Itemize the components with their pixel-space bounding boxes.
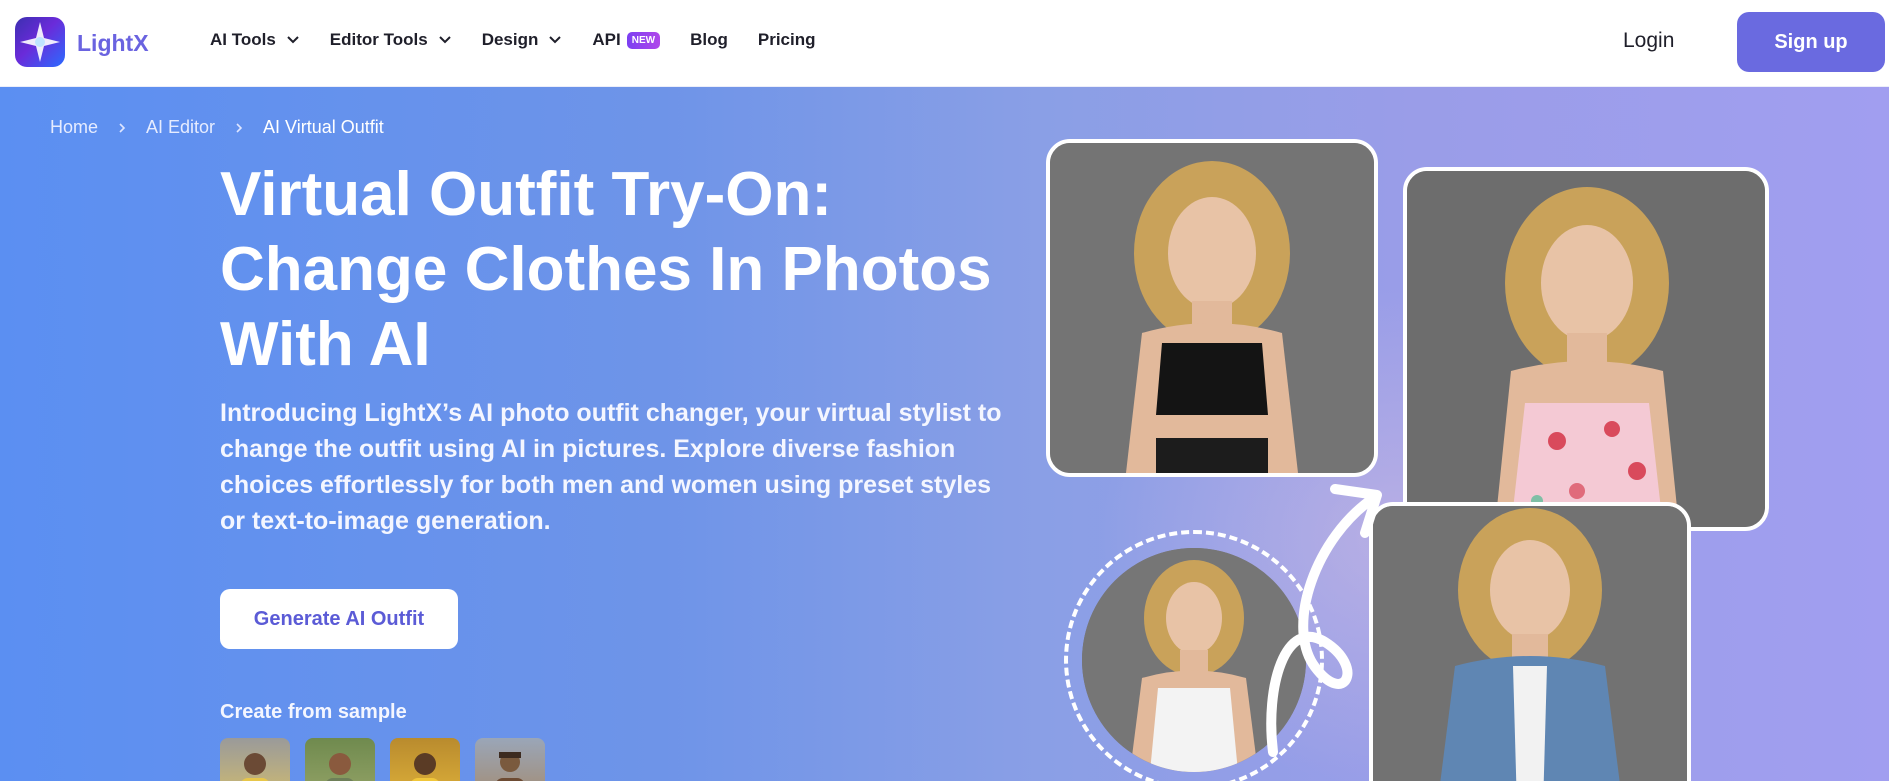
sample-thumbnail[interactable]: [390, 738, 460, 781]
generate-ai-outfit-button[interactable]: Generate AI Outfit: [220, 589, 458, 649]
login-link[interactable]: Login: [1623, 29, 1674, 53]
main-nav: AI Tools Editor Tools Design API NEW Blo…: [210, 30, 845, 50]
sample-list: [220, 738, 560, 781]
transform-arrow-icon: [1266, 484, 1382, 757]
top-navbar: LightX AI Tools Editor Tools Design API …: [0, 0, 1889, 87]
nav-label: Blog: [690, 30, 728, 49]
outfit-photo-black-top: [1046, 139, 1378, 477]
page-title: Virtual Outfit Try-On: Change Clothes In…: [220, 160, 992, 379]
chevron-down-icon: [438, 36, 451, 44]
outfit-photo-denim-jacket: [1369, 502, 1691, 781]
sample-thumbnail[interactable]: [475, 738, 545, 781]
breadcrumb: Home AI Editor AI Virtual Outfit: [50, 117, 384, 138]
nav-pricing[interactable]: Pricing: [758, 30, 816, 50]
nav-blog[interactable]: Blog: [690, 30, 728, 50]
brand-name[interactable]: LightX: [77, 30, 149, 57]
chevron-down-icon: [287, 36, 299, 44]
chevron-right-icon: [236, 122, 243, 133]
nav-api[interactable]: API NEW: [592, 30, 661, 50]
breadcrumb-current: AI Virtual Outfit: [263, 117, 384, 137]
hero-section: Home AI Editor AI Virtual Outfit Virtual…: [0, 87, 1889, 781]
breadcrumb-ai-editor[interactable]: AI Editor: [146, 117, 215, 138]
sample-thumbnail[interactable]: [305, 738, 375, 781]
nav-label: Design: [481, 30, 539, 49]
sample-label: Create from sample: [220, 701, 407, 723]
chevron-down-icon: [549, 36, 562, 44]
nav-label: AI Tools: [210, 30, 276, 49]
outfit-photo-floral-dress: [1403, 167, 1769, 531]
sample-thumbnail[interactable]: [220, 738, 290, 781]
chevron-right-icon: [119, 122, 126, 133]
nav-ai-tools[interactable]: AI Tools: [210, 30, 300, 50]
new-badge: NEW: [626, 31, 661, 49]
signup-button[interactable]: Sign up: [1737, 12, 1885, 72]
lightx-logo-icon[interactable]: [15, 17, 65, 67]
nav-label: API: [592, 30, 621, 49]
nav-design[interactable]: Design: [482, 30, 563, 50]
nav-label: Pricing: [757, 30, 816, 49]
nav-editor-tools[interactable]: Editor Tools: [330, 30, 452, 50]
hero-description: Introducing LightX’s AI photo outfit cha…: [220, 399, 1002, 535]
nav-label: Editor Tools: [329, 30, 428, 49]
breadcrumb-home[interactable]: Home: [50, 117, 98, 138]
